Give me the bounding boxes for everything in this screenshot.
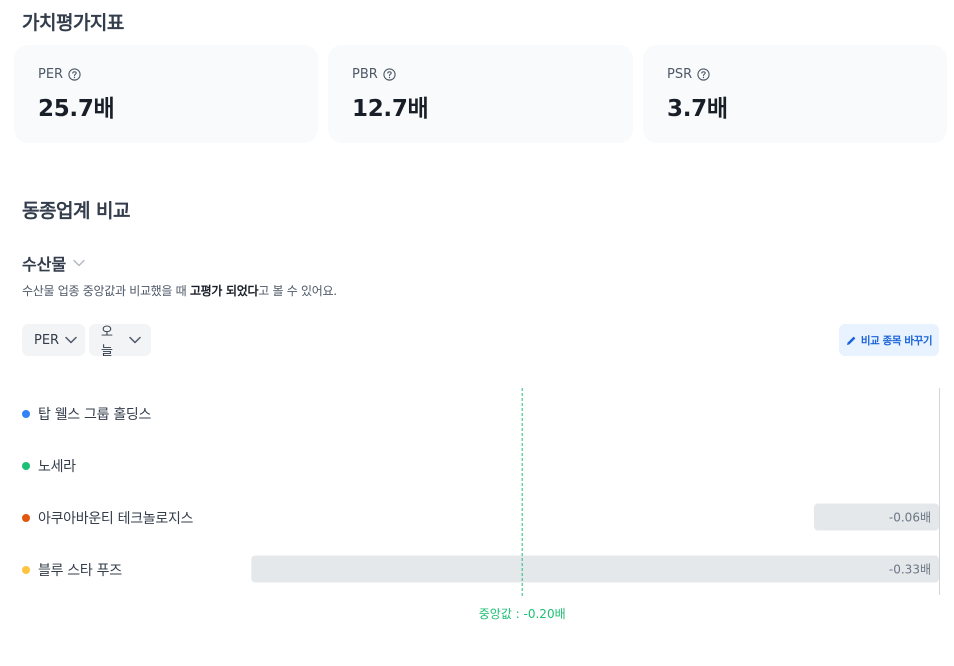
chevron-down-icon xyxy=(65,336,77,344)
peer-description: 수산물 업종 중앙값과 비교했을 때 고평가 되었다고 볼 수 있어요. xyxy=(22,284,337,298)
metric-value: 12.7배 xyxy=(352,96,429,122)
bar xyxy=(251,555,939,583)
median-label: 중앙값 : -0.20배 xyxy=(479,607,566,621)
metric-value: 25.7배 xyxy=(38,96,115,122)
change-comparison-button[interactable]: 비교 종목 바꾸기 xyxy=(839,324,939,356)
bar-value-label: -0.06배 xyxy=(889,511,931,525)
question-circle-icon[interactable] xyxy=(68,68,81,81)
industry-label: 수산물 xyxy=(22,255,67,274)
peer-comparison-chart: -0.06배 -0.33배중앙값 : -0.20배 xyxy=(251,388,940,621)
pencil-icon xyxy=(846,335,857,346)
period-filter-label: 오늘 xyxy=(101,325,113,359)
industry-dropdown[interactable]: 수산물 xyxy=(22,251,85,275)
metric-label: PSR xyxy=(667,67,693,82)
question-circle-icon[interactable] xyxy=(697,68,710,81)
change-comparison-label: 비교 종목 바꾸기 xyxy=(860,334,933,347)
peer-comparison-title: 동종업계 비교 xyxy=(22,200,131,222)
question-circle-icon[interactable] xyxy=(383,68,396,81)
metric-card-psr: PSR 3.7배 xyxy=(643,45,947,143)
metric-filter-chip[interactable]: PER xyxy=(22,324,85,356)
valuation-title: 가치평가지표 xyxy=(22,12,124,34)
period-filter-chip[interactable]: 오늘 xyxy=(89,324,151,359)
bar-value-label: -0.33배 xyxy=(889,563,931,577)
chevron-down-icon xyxy=(129,336,141,344)
metric-label: PBR xyxy=(352,67,378,82)
metric-card-pbr: PBR 12.7배 xyxy=(328,45,633,143)
metric-card-per: PER 25.7배 xyxy=(14,45,318,143)
chevron-down-icon xyxy=(73,259,85,267)
metric-filter-label: PER xyxy=(34,332,60,348)
metric-value: 3.7배 xyxy=(667,96,728,122)
metric-label: PER xyxy=(38,67,64,82)
